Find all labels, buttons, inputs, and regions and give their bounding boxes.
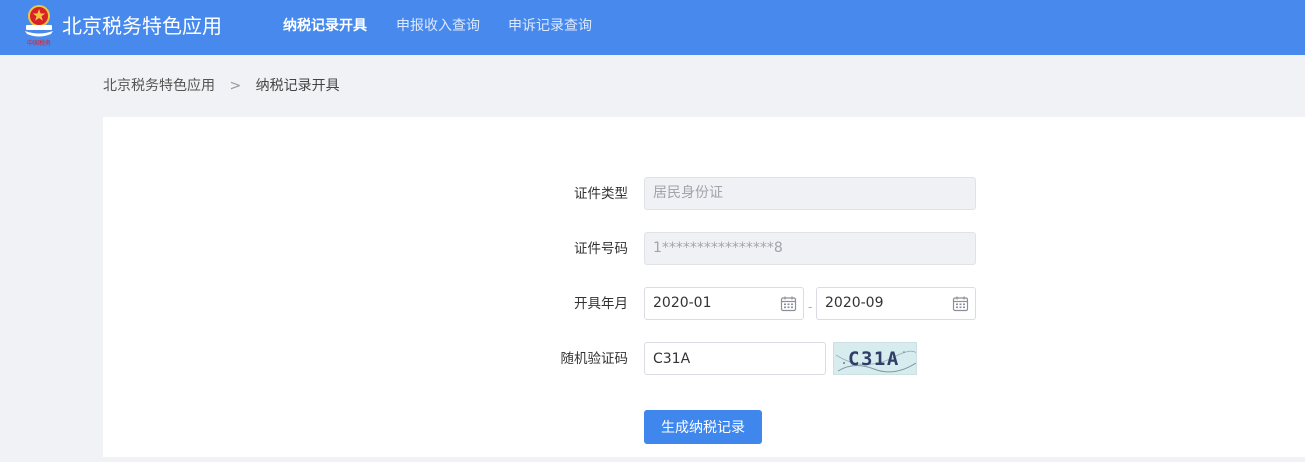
- period-start-value: 2020-01: [653, 295, 712, 311]
- period-end-value: 2020-09: [825, 295, 884, 311]
- captcha-label: 随机验证码: [560, 351, 629, 367]
- captcha-graphic: C31A: [835, 348, 916, 373]
- nav-tab-tax-record[interactable]: 纳税记录开具: [283, 16, 367, 36]
- tax-emblem-icon: 中国税务: [25, 5, 53, 47]
- generate-tax-record-button[interactable]: 生成纳税记录: [644, 410, 762, 444]
- captcha-text: C31A: [848, 348, 900, 370]
- id-number-label: 证件号码: [574, 241, 628, 257]
- breadcrumb-separator: >: [229, 78, 242, 94]
- id-number-field: 1****************8: [644, 232, 976, 265]
- app-title[interactable]: 北京税务特色应用: [62, 12, 222, 40]
- breadcrumb-current: 纳税记录开具: [255, 78, 340, 94]
- nav-tab-appeal-query[interactable]: 申诉记录查询: [508, 16, 592, 36]
- period-end-picker[interactable]: 2020-09: [816, 287, 976, 320]
- period-label: 开具年月: [574, 296, 628, 312]
- nav-tab-income-query[interactable]: 申报收入查询: [396, 16, 480, 36]
- form-panel: 证件类型 居民身份证 证件号码 1****************8 开具年月 …: [103, 117, 1305, 457]
- breadcrumb: 北京税务特色应用 > 纳税记录开具: [103, 76, 340, 96]
- calendar-icon[interactable]: [780, 295, 797, 312]
- calendar-icon[interactable]: [952, 295, 969, 312]
- period-start-picker[interactable]: 2020-01: [644, 287, 804, 320]
- id-type-field: 居民身份证: [644, 177, 976, 210]
- top-navbar: 中国税务 北京税务特色应用 纳税记录开具 申报收入查询 申诉记录查询: [0, 0, 1305, 55]
- breadcrumb-root-link[interactable]: 北京税务特色应用: [103, 78, 215, 94]
- period-separator: -: [808, 300, 813, 314]
- svg-text:中国税务: 中国税务: [27, 39, 51, 47]
- captcha-input[interactable]: [644, 342, 826, 375]
- id-type-label: 证件类型: [574, 186, 628, 202]
- captcha-image[interactable]: C31A: [833, 342, 917, 375]
